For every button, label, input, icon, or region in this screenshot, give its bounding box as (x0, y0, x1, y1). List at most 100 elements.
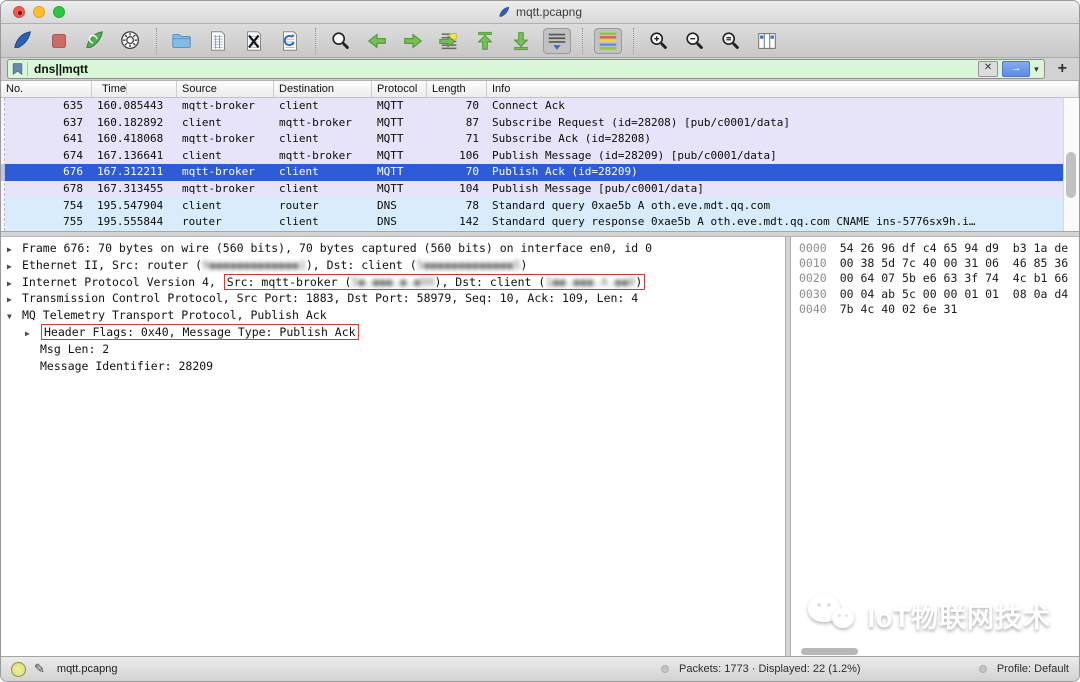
cell-dst: mqtt-broker (274, 115, 372, 132)
hex-bytes: 00 04 ab 5c 00 00 01 01 08 0a d4 (840, 287, 1068, 301)
column-source[interactable]: Source (177, 81, 274, 97)
open-file-button[interactable] (168, 28, 196, 54)
cell-dst: client (274, 98, 372, 115)
start-capture-button[interactable] (9, 28, 37, 54)
expand-arrow-icon[interactable]: ▼ (7, 309, 22, 326)
hex-hscrollbar-thumb[interactable] (801, 648, 858, 655)
zoom-in-button[interactable] (645, 28, 673, 54)
packet-bytes-pane[interactable]: 000054 26 96 df c4 65 94 d9 b3 1a de0010… (791, 237, 1079, 660)
cell-info: Connect Ack (487, 98, 1065, 115)
detail-line[interactable]: ▶Transmission Control Protocol, Src Port… (1, 290, 785, 307)
go-back-button[interactable] (363, 28, 391, 54)
column-destination[interactable]: Destination (274, 81, 372, 97)
detail-line[interactable]: ▶Frame 676: 70 bytes on wire (560 bits),… (1, 240, 785, 257)
minimize-window-button[interactable] (33, 6, 45, 18)
cell-time: 167.136641 (92, 148, 177, 165)
filter-dropdown-caret[interactable]: ▾ (1034, 64, 1041, 75)
cell-src: mqtt-broker (177, 164, 274, 181)
filter-input[interactable] (32, 61, 974, 77)
hex-rows: 000054 26 96 df c4 65 94 d9 b3 1a de0010… (791, 241, 1079, 317)
packet-list-scrollbar-thumb[interactable] (1066, 152, 1076, 198)
cell-info: Standard query 0xae5b A oth.eve.mdt.qq.c… (487, 198, 1065, 215)
hex-row[interactable]: 000054 26 96 df c4 65 94 d9 b3 1a de (791, 241, 1079, 256)
save-file-button[interactable] (204, 28, 232, 54)
toolbar-separator (582, 28, 583, 54)
restart-capture-button[interactable] (81, 28, 109, 54)
redacted-text: 5●●●●●●●●●●●●●5 (417, 258, 521, 272)
packet-row-674[interactable]: 674167.136641clientmqtt-brokerMQTT106Pub… (1, 148, 1065, 165)
cell-dst: router (274, 198, 372, 215)
profile-group[interactable]: Profile: Default (979, 663, 1069, 675)
wireshark-icon (498, 6, 511, 19)
hex-row[interactable]: 003000 04 ab 5c 00 00 01 01 08 0a d4 (791, 287, 1079, 302)
cell-no: 635 (1, 98, 92, 115)
zoom-100-icon (720, 30, 742, 52)
cell-info: Publish Message [pub/c0001/data] (487, 181, 1065, 198)
hex-bytes: 00 38 5d 7c 40 00 31 06 46 85 36 (840, 256, 1068, 270)
zoom-out-button[interactable] (681, 28, 709, 54)
packet-row-637[interactable]: 637160.182892clientmqtt-brokerMQTT87Subs… (1, 115, 1065, 132)
close-file-button[interactable] (240, 28, 268, 54)
filter-bookmark-icon[interactable] (11, 62, 28, 76)
stop-capture-button[interactable] (45, 28, 73, 54)
detail-line[interactable]: ▶Internet Protocol Version 4, Src: mqtt-… (1, 274, 785, 291)
start-capture-icon (12, 30, 34, 52)
cell-src: router (177, 214, 274, 231)
filter-apply-button[interactable]: → (1002, 61, 1030, 77)
cell-proto: MQTT (372, 131, 427, 148)
column-no[interactable]: No. (1, 81, 92, 97)
detail-line[interactable]: Msg Len: 2 (1, 341, 785, 358)
expert-info-icon[interactable] (11, 662, 26, 677)
packet-row-635[interactable]: 635160.085443mqtt-brokerclientMQTT70Conn… (1, 98, 1065, 115)
go-last-button[interactable] (507, 28, 535, 54)
display-filter-field[interactable]: ✕ → ▾ (7, 59, 1045, 79)
detail-line[interactable]: ▼MQ Telemetry Transport Protocol, Publis… (1, 307, 785, 324)
packet-row-755[interactable]: 755195.555844routerclientDNS142Standard … (1, 214, 1065, 231)
cell-dst: mqtt-broker (274, 148, 372, 165)
find-packet-button[interactable] (327, 28, 355, 54)
related-packet-gutter (1, 98, 5, 231)
cell-len: 70 (427, 164, 487, 181)
detail-line[interactable]: Message Identifier: 28209 (1, 358, 785, 375)
capture-options-button[interactable] (117, 28, 145, 54)
profile-label[interactable]: Profile: Default (997, 663, 1069, 675)
detail-line[interactable]: ▶Ethernet II, Src: router (9●●●●●●●●●●●●… (1, 257, 785, 274)
column-protocol[interactable]: Protocol (372, 81, 427, 97)
column-length[interactable]: Length (427, 81, 487, 97)
go-forward-button[interactable] (399, 28, 427, 54)
column-info[interactable]: Info (487, 81, 1079, 97)
go-to-packet-button[interactable] (435, 28, 463, 54)
cell-no: 637 (1, 115, 92, 132)
cell-src: client (177, 198, 274, 215)
cell-no: 754 (1, 198, 92, 215)
detail-text: Src: mqtt-broker ( (227, 275, 352, 289)
zoom-window-button[interactable] (53, 6, 65, 18)
window-title-group: mqtt.pcapng (498, 5, 582, 19)
packet-details-pane[interactable]: ▶Frame 676: 70 bytes on wire (560 bits),… (1, 237, 785, 660)
hex-row[interactable]: 002000 64 07 5b e6 63 3f 74 4c b1 66 (791, 271, 1079, 286)
wireshark-window: mqtt.pcapng ✕ → ▾ + No. Time^ Source (0, 0, 1080, 682)
filter-clear-button[interactable]: ✕ (978, 61, 998, 77)
packet-row-754[interactable]: 754195.547904clientrouterDNS78Standard q… (1, 198, 1065, 215)
packet-list-scrollbar[interactable] (1063, 98, 1079, 231)
reload-file-button[interactable] (276, 28, 304, 54)
close-window-button[interactable] (13, 6, 25, 18)
hex-row[interactable]: 001000 38 5d 7c 40 00 31 06 46 85 36 (791, 256, 1079, 271)
colorize-button[interactable] (594, 28, 622, 54)
hex-row[interactable]: 00407b 4c 40 02 6e 31 (791, 302, 1079, 317)
detail-line[interactable]: ▶Header Flags: 0x40, Message Type: Publi… (1, 324, 785, 341)
filter-add-button[interactable]: + (1052, 60, 1073, 78)
auto-scroll-button[interactable] (543, 28, 571, 54)
status-dot-icon (979, 665, 987, 673)
annotation-red-box: Header Flags: 0x40, Message Type: Publis… (41, 324, 359, 340)
packet-row-641[interactable]: 641160.418068mqtt-brokerclientMQTT71Subs… (1, 131, 1065, 148)
capture-comment-icon[interactable]: ✎ (34, 661, 45, 677)
zoom-100-button[interactable] (717, 28, 745, 54)
cell-no: 676 (1, 164, 92, 181)
resize-columns-button[interactable] (753, 28, 781, 54)
packet-row-676[interactable]: 676167.312211mqtt-brokerclientMQTT70Publ… (1, 164, 1065, 181)
column-time[interactable]: Time^ (92, 81, 177, 97)
packet-row-678[interactable]: 678167.313455mqtt-brokerclientMQTT104Pub… (1, 181, 1065, 198)
go-first-button[interactable] (471, 28, 499, 54)
cell-no: 678 (1, 181, 92, 198)
